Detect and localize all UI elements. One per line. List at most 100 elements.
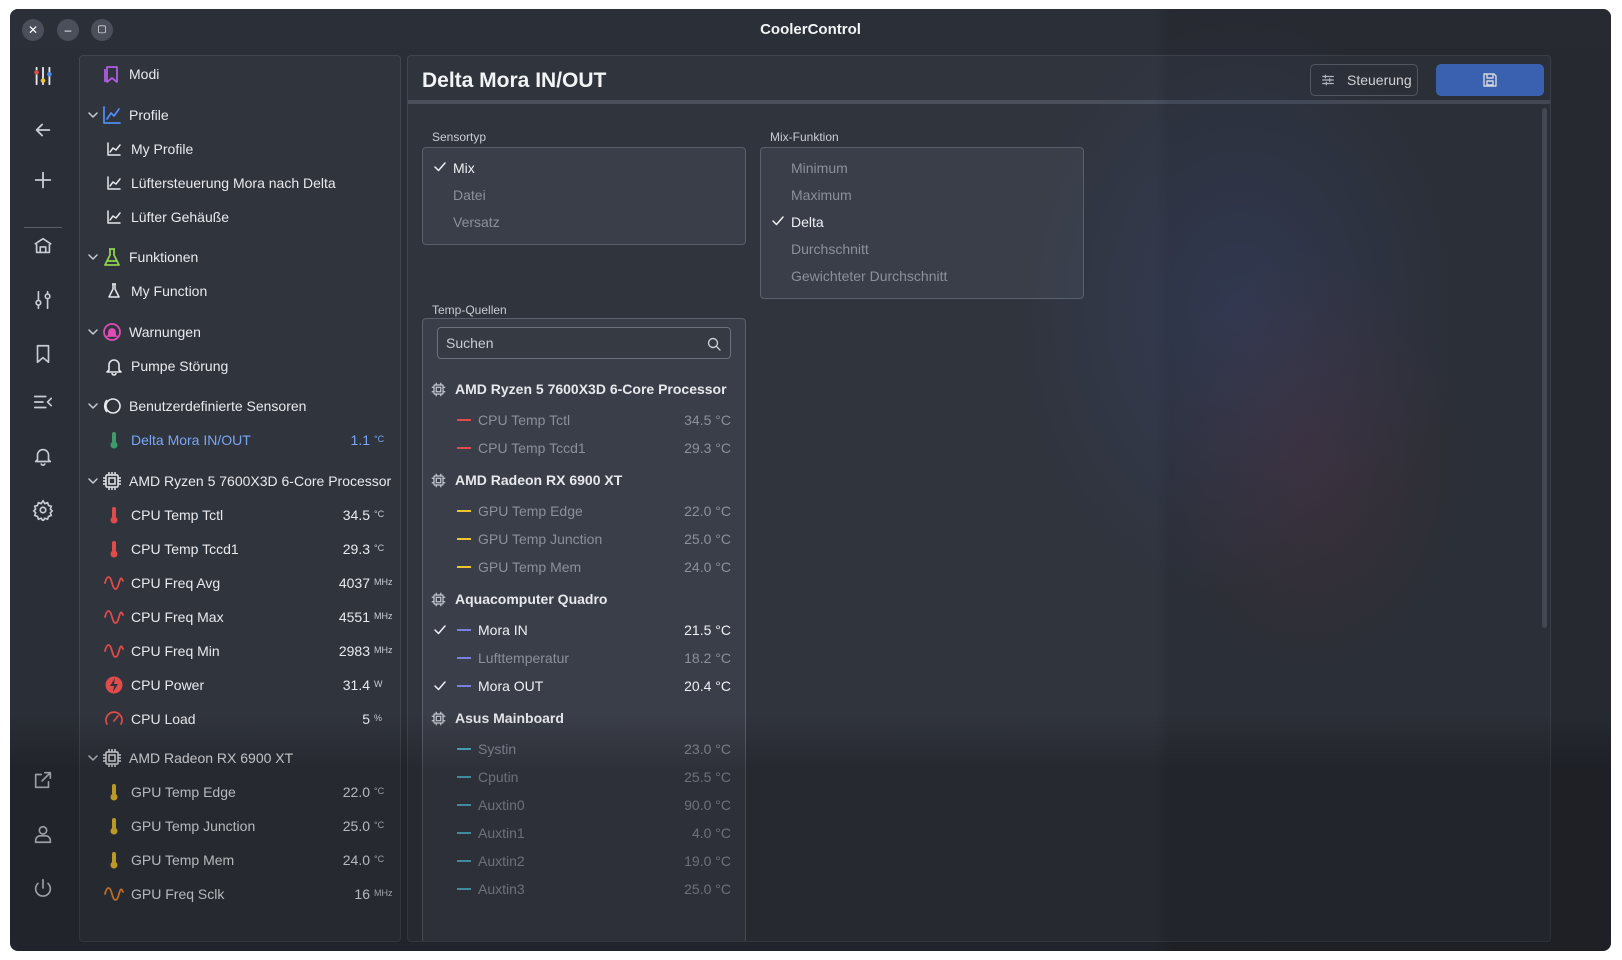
sidebar-item-cpu-freq-min[interactable]: CPU Freq Min 2983 MHz xyxy=(80,636,400,666)
sidebar-item-funktionen[interactable]: Funktionen xyxy=(80,242,400,272)
option-delta[interactable]: Delta xyxy=(761,208,1083,235)
source-item[interactable]: Auxtin0 90.0 °C xyxy=(423,791,745,819)
chip-icon xyxy=(431,382,446,397)
bell-icon[interactable] xyxy=(30,443,56,469)
sidebar-item-pumpe-stoerung[interactable]: Pumpe Störung xyxy=(80,351,400,381)
back-arrow-icon[interactable] xyxy=(30,117,56,143)
icon-rail xyxy=(10,49,76,951)
chevron-down-icon[interactable] xyxy=(86,399,100,413)
sidebar-item-my-profile[interactable]: My Profile xyxy=(80,134,400,164)
source-item[interactable]: Mora OUT 20.4 °C xyxy=(423,672,745,700)
sidebar-item-cpu-load[interactable]: CPU Load 5% xyxy=(80,704,400,734)
wave-icon xyxy=(104,884,124,904)
small-chart-icon xyxy=(104,173,124,193)
bookmark-icon xyxy=(102,64,122,84)
option-maximum[interactable]: Maximum xyxy=(761,181,1083,208)
app-window: ✕ – ▢ CoolerControl Modi Profile My Prof… xyxy=(10,9,1611,951)
small-chart-icon xyxy=(104,139,124,159)
sidebar-item-value: 29.3 xyxy=(342,541,370,557)
sidebar-item-custom-sensors[interactable]: Benutzerdefinierte Sensoren xyxy=(80,391,400,421)
sidebar-item-value: 5 xyxy=(362,711,370,727)
sidebar-item-unit: MHz xyxy=(374,888,393,898)
sidebar-item-modi[interactable]: Modi xyxy=(80,59,400,89)
gauge-icon xyxy=(104,709,124,729)
sidebar-item-gpu-freq-sclk[interactable]: GPU Freq Sclk 16 MHz xyxy=(80,879,400,909)
sidebar-item-cpu-power[interactable]: CPU Power 31.4 W xyxy=(80,670,400,700)
window-title: CoolerControl xyxy=(760,21,861,38)
sidebar-item-label: CPU Temp Tctl xyxy=(131,507,224,523)
source-group: AMD Radeon RX 6900 XT xyxy=(423,466,745,494)
option-mix[interactable]: Mix xyxy=(423,154,745,181)
sidebar-item-cpu-freq-max[interactable]: CPU Freq Max 4551 MHz xyxy=(80,602,400,632)
option-gewichteter-durchschnitt[interactable]: Gewichteter Durchschnitt xyxy=(761,262,1083,289)
source-name: Auxtin0 xyxy=(478,797,525,813)
sidebar-item-delta-mora[interactable]: Delta Mora IN/OUT 1.1 °C xyxy=(80,425,400,455)
chevron-down-icon[interactable] xyxy=(86,325,100,339)
source-item[interactable]: GPU Temp Edge 22.0 °C xyxy=(423,497,745,525)
source-item[interactable]: CPU Temp Tccd1 29.3 °C xyxy=(423,434,745,462)
option-durchschnitt[interactable]: Durchschnitt xyxy=(761,235,1083,262)
sidebar-item-label: AMD Radeon RX 6900 XT xyxy=(129,750,294,766)
sidebar-item-gpu-temp-junction[interactable]: GPU Temp Junction 25.0 °C xyxy=(80,811,400,841)
sidebar-item-gpu-temp-mem[interactable]: GPU Temp Mem 24.0 °C xyxy=(80,845,400,875)
save-button[interactable] xyxy=(1436,64,1544,96)
source-value: 23.0 °C xyxy=(684,741,731,757)
source-item[interactable]: Auxtin2 19.0 °C xyxy=(423,847,745,875)
source-item[interactable]: Auxtin1 4.0 °C xyxy=(423,819,745,847)
dashboard-icon[interactable] xyxy=(30,233,56,259)
series-color-swatch xyxy=(457,776,471,778)
sensor-type-listbox: Mix Datei Versatz xyxy=(422,147,746,245)
source-item[interactable]: GPU Temp Junction 25.0 °C xyxy=(423,525,745,553)
sidebar-item-amd-ryzen[interactable]: AMD Ryzen 5 7600X3D 6-Core Processor xyxy=(80,466,400,496)
sidebar-item-cpu-freq-avg[interactable]: CPU Freq Avg 4037 MHz xyxy=(80,568,400,598)
sidebar-item-profile-mora[interactable]: Lüftersteuerung Mora nach Delta xyxy=(80,168,400,198)
temp-sources-label: Temp-Quellen xyxy=(432,303,507,317)
chevron-down-icon[interactable] xyxy=(86,250,100,264)
settings-gear-icon[interactable] xyxy=(30,497,56,523)
sidebar-item-my-function[interactable]: My Function xyxy=(80,276,400,306)
option-minimum[interactable]: Minimum xyxy=(761,154,1083,181)
sidebar-item-gpu-temp-edge[interactable]: GPU Temp Edge 22.0 °C xyxy=(80,777,400,807)
chevron-down-icon[interactable] xyxy=(86,108,100,122)
list-collapse-icon[interactable] xyxy=(30,389,56,415)
user-icon[interactable] xyxy=(30,821,56,847)
sidebar-item-unit: °C xyxy=(374,786,385,796)
search-icon[interactable] xyxy=(706,336,722,352)
source-value: 20.4 °C xyxy=(684,678,731,694)
source-name: Mora IN xyxy=(478,622,528,638)
source-item[interactable]: Cputin 25.5 °C xyxy=(423,763,745,791)
chevron-down-icon[interactable] xyxy=(86,474,100,488)
sidebar-item-cpu-temp-tccd1[interactable]: CPU Temp Tccd1 29.3 °C xyxy=(80,534,400,564)
series-color-swatch xyxy=(457,888,471,890)
option-versatz[interactable]: Versatz xyxy=(423,208,745,235)
source-name: GPU Temp Junction xyxy=(478,531,603,547)
series-color-swatch xyxy=(457,657,471,659)
power-icon[interactable] xyxy=(30,875,56,901)
source-item[interactable]: Mora IN 21.5 °C xyxy=(423,616,745,644)
source-item[interactable]: Systin 23.0 °C xyxy=(423,735,745,763)
add-icon[interactable] xyxy=(30,167,56,193)
bookmark-icon[interactable] xyxy=(30,341,56,367)
control-button[interactable]: Steuerung xyxy=(1310,64,1418,96)
sidebar-item-profile-gehaeuse[interactable]: Lüfter Gehäuße xyxy=(80,202,400,232)
option-label: Gewichteter Durchschnitt xyxy=(791,268,948,284)
main-scrollbar[interactable] xyxy=(1542,108,1547,628)
bell-icon xyxy=(104,356,124,376)
option-label: Maximum xyxy=(791,187,852,203)
sidebar-item-amd-radeon[interactable]: AMD Radeon RX 6900 XT xyxy=(80,743,400,773)
sidebar-item-profile[interactable]: Profile xyxy=(80,100,400,130)
sidebar-item-cpu-temp-tctl[interactable]: CPU Temp Tctl 34.5 °C xyxy=(80,500,400,530)
open-external-icon[interactable] xyxy=(30,767,56,793)
source-name: Cputin xyxy=(478,769,519,785)
sidebar-item-label: CPU Freq Max xyxy=(131,609,224,625)
chevron-down-icon[interactable] xyxy=(86,751,100,765)
source-item[interactable]: Lufttemperatur 18.2 °C xyxy=(423,644,745,672)
source-item[interactable]: GPU Temp Mem 24.0 °C xyxy=(423,553,745,581)
option-datei[interactable]: Datei xyxy=(423,181,745,208)
source-item[interactable]: Auxtin3 25.0 °C xyxy=(423,875,745,903)
app-logo-icon[interactable] xyxy=(30,63,56,89)
source-item[interactable]: CPU Temp Tctl 34.5 °C xyxy=(423,406,745,434)
sliders-icon[interactable] xyxy=(30,287,56,313)
sidebar-item-warnungen[interactable]: Warnungen xyxy=(80,317,400,347)
search-input[interactable] xyxy=(446,335,696,351)
